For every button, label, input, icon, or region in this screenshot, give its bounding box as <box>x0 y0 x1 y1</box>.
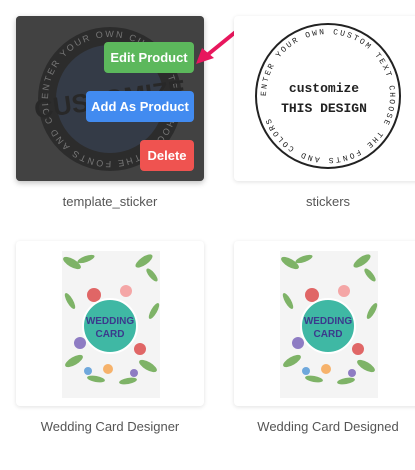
svg-text:CARD: CARD <box>96 329 125 340</box>
caption-stickers: stickers <box>305 194 351 209</box>
caption-wedding-card-designed: Wedding Card Designed <box>257 419 399 434</box>
svg-text:WEDDING: WEDDING <box>86 316 135 327</box>
delete-button[interactable]: Delete <box>140 140 194 171</box>
template-card-stickers[interactable]: ENTER YOUR OWN CUSTOM TEXT CHOOSE THE FO… <box>234 16 415 181</box>
edit-product-button[interactable]: Edit Product <box>104 42 194 73</box>
add-as-product-button[interactable]: Add As Product <box>86 91 194 122</box>
svg-text:WEDDING: WEDDING <box>304 316 353 327</box>
caption-wedding-card-designer: Wedding Card Designer <box>40 419 180 434</box>
sticker-preview-light: ENTER YOUR OWN CUSTOM TEXT CHOOSE THE FO… <box>255 23 401 169</box>
svg-text:customize: customize <box>289 81 359 96</box>
svg-text:THIS DESIGN: THIS DESIGN <box>281 101 367 116</box>
template-card-sticker[interactable]: ENTER YOUR OWN CUSTOM TEXT CHOOSE THE FO… <box>16 16 204 181</box>
template-card-wedding-designer[interactable]: WEDDING CARD <box>16 241 204 406</box>
template-card-wedding-designed[interactable]: WEDDING CARD <box>234 241 415 406</box>
svg-text:CARD: CARD <box>314 329 343 340</box>
caption-template-sticker: template_sticker <box>62 194 158 209</box>
wedding-card-preview: WEDDING CARD <box>280 251 378 398</box>
wedding-card-preview: WEDDING CARD <box>62 251 160 398</box>
